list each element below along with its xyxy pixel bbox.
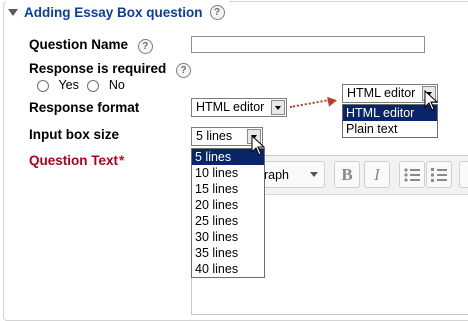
- dropdown-option[interactable]: 40 lines: [192, 261, 264, 277]
- radio-yes[interactable]: [37, 79, 49, 92]
- chevron-down-icon: [310, 172, 318, 177]
- dropdown-option[interactable]: 10 lines: [192, 165, 264, 181]
- chevron-down-icon[interactable]: [271, 100, 285, 115]
- question-name-input[interactable]: [191, 36, 425, 53]
- toolbar-button-partial[interactable]: [459, 161, 468, 188]
- response-format-select[interactable]: HTML editor: [191, 98, 287, 117]
- section-title: Adding Essay Box question: [24, 4, 203, 20]
- dropdown-option[interactable]: Plain text: [343, 121, 437, 137]
- bold-button[interactable]: B: [334, 161, 360, 188]
- dropdown-option[interactable]: 25 lines: [192, 213, 264, 229]
- bullet-list-icon: [404, 168, 420, 182]
- question-name-label: Question Name ?: [29, 37, 153, 54]
- mouse-cursor-icon: [424, 90, 439, 111]
- dropdown-option[interactable]: 30 lines: [192, 229, 264, 245]
- help-icon[interactable]: ?: [176, 63, 192, 78]
- radio-no[interactable]: [87, 79, 100, 92]
- response-format-label: Response format: [29, 100, 140, 115]
- numbered-list-icon: [431, 168, 447, 182]
- question-name-label-text: Question Name: [29, 37, 129, 52]
- response-required-label: Response is required ?: [29, 61, 192, 78]
- dropdown-option[interactable]: HTML editor: [343, 105, 437, 121]
- radio-no-label: No: [108, 78, 125, 92]
- response-format-open-value: HTML editor: [347, 86, 416, 100]
- numbered-list-button[interactable]: [426, 161, 452, 188]
- pointer-arrow-head-icon: [327, 95, 338, 107]
- help-icon[interactable]: ?: [209, 4, 225, 20]
- dropdown-option[interactable]: 15 lines: [192, 181, 264, 197]
- mouse-cursor-icon: [251, 135, 266, 156]
- response-format-value: HTML editor: [196, 100, 265, 114]
- dropdown-option[interactable]: 35 lines: [192, 245, 264, 261]
- dropdown-option[interactable]: 20 lines: [192, 197, 264, 213]
- input-box-size-label: Input box size: [29, 127, 120, 142]
- italic-button[interactable]: I: [364, 161, 390, 188]
- question-text-label-text: Question Text: [29, 153, 119, 168]
- bullet-list-button[interactable]: [399, 161, 425, 188]
- response-required-label-text: Response is required: [29, 61, 167, 76]
- radio-yes-label: Yes: [58, 78, 79, 92]
- help-icon[interactable]: ?: [137, 39, 153, 54]
- input-box-size-value: 5 lines: [196, 129, 233, 143]
- question-text-label: Question Text*: [29, 153, 124, 168]
- collapse-triangle-icon[interactable]: [8, 8, 18, 16]
- response-required-radios: Yes No: [37, 78, 125, 92]
- required-star: *: [119, 153, 125, 168]
- section-header[interactable]: Adding Essay Box question ?: [6, 0, 229, 24]
- input-box-size-dropdown-list: 5 lines 10 lines 15 lines 20 lines 25 li…: [191, 148, 265, 278]
